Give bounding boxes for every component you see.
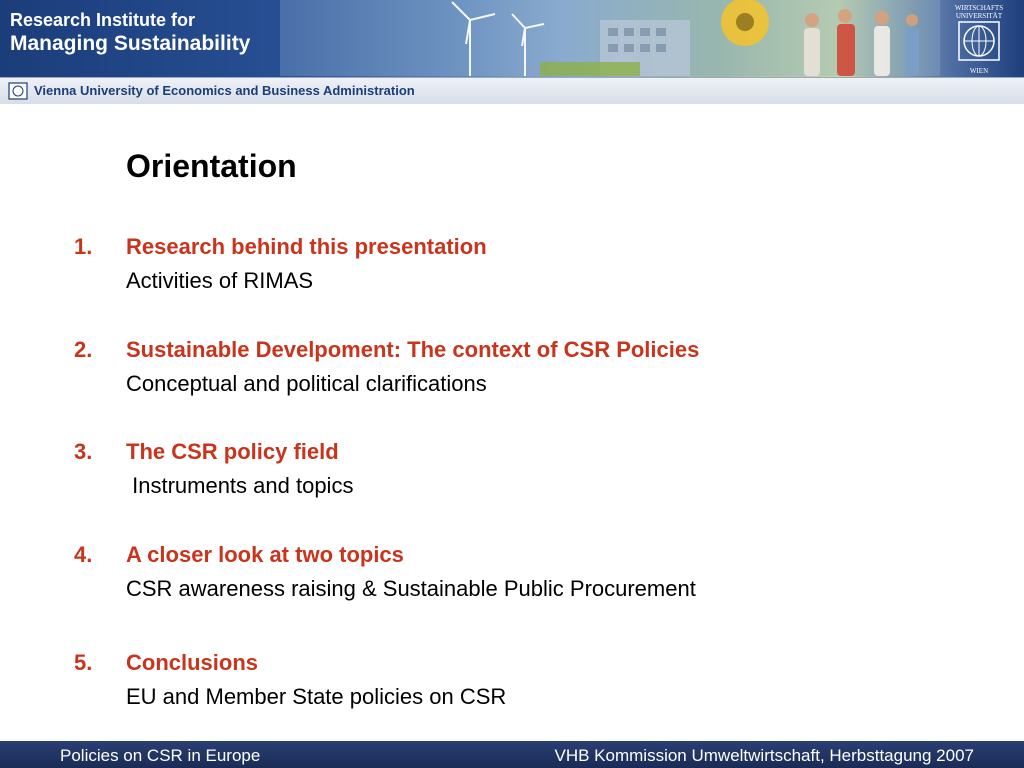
slide-footer: Policies on CSR in Europe VHB Kommission…	[0, 741, 1024, 768]
footer-presentation-title: Policies on CSR in Europe	[60, 746, 261, 765]
agenda-detail: EU and Member State policies on CSR	[126, 684, 507, 709]
agenda-detail: Activities of RIMAS	[126, 268, 314, 293]
slide-title: Orientation	[126, 148, 297, 184]
agenda-number: 5.	[74, 650, 93, 675]
agenda-heading: The CSR policy field	[126, 439, 339, 464]
institute-line-1: Research Institute for	[10, 10, 196, 30]
logo-bottom-text: WIEN	[969, 67, 989, 75]
agenda-number: 2.	[74, 337, 93, 362]
agenda-number: 1.	[74, 234, 93, 259]
agenda-detail: CSR awareness raising & Sustainable Publ…	[126, 576, 696, 601]
institute-name: Research Institute for Managing Sustaina…	[10, 9, 250, 55]
globe-logo-icon	[958, 21, 1000, 61]
header-banner: Research Institute for Managing Sustaina…	[0, 0, 1024, 104]
agenda-number: 4.	[74, 542, 93, 567]
university-logo: WIRTSCHAFTS UNIVERSITÄT WIEN	[940, 4, 1018, 75]
agenda-heading: Research behind this presentation	[126, 234, 487, 259]
agenda-detail: Instruments and topics	[126, 473, 354, 498]
agenda-heading: A closer look at two topics	[126, 542, 404, 567]
university-name: Vienna University of Economics and Busin…	[34, 83, 415, 98]
agenda-detail: Conceptual and political clarifications	[126, 371, 487, 396]
university-bar: Vienna University of Economics and Busin…	[0, 77, 1024, 104]
institute-line-2: Managing Sustainability	[10, 32, 251, 55]
logo-top-text: WIRTSCHAFTS UNIVERSITÄT	[954, 4, 1004, 20]
agenda-heading: Conclusions	[126, 650, 259, 675]
agenda-heading: Sustainable Develpoment: The context of …	[126, 337, 700, 362]
agenda-number: 3.	[74, 439, 93, 464]
footer-event: VHB Kommission Umweltwirtschaft, Herbstt…	[554, 746, 975, 765]
university-seal-icon	[8, 82, 28, 100]
